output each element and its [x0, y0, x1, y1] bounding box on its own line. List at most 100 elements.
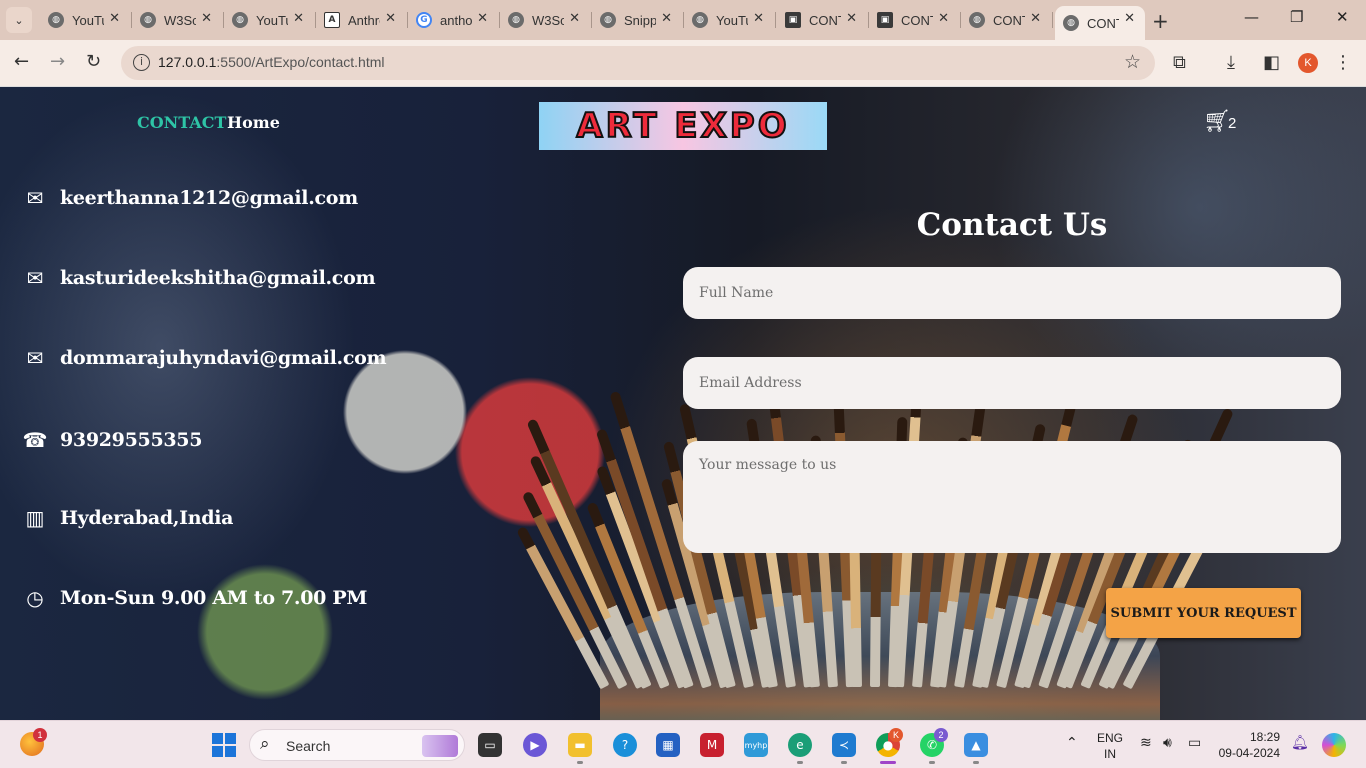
tab-title: YouTube	[716, 12, 748, 28]
restore-button[interactable]: ❐	[1290, 8, 1303, 26]
site-logo[interactable]: ART EXPO	[539, 102, 827, 150]
browser-tab[interactable]: ▣ CONTACT ✕	[777, 6, 869, 34]
tab-close-icon[interactable]: ✕	[109, 11, 120, 26]
logo-text: ART EXPO	[575, 105, 790, 147]
envelope-icon: ✉	[26, 186, 44, 210]
globe-icon: ◍	[969, 12, 985, 28]
browser-tab[interactable]: ◍ YouTube ✕	[224, 6, 316, 34]
start-button[interactable]	[212, 733, 236, 757]
profile-avatar[interactable]: K	[1298, 53, 1318, 73]
browser-tab[interactable]: ◍ W3Schools ✕	[500, 6, 592, 34]
contact-info-text[interactable]: keerthanna1212@gmail.com	[60, 187, 358, 209]
contact-page: CONTACT Home ART EXPO 🛒︎ 2 ✉ keerthanna12…	[0, 87, 1366, 720]
volume-icon[interactable]: 🔊︎	[1163, 735, 1172, 751]
photos-icon[interactable]: ▲	[964, 733, 988, 757]
wifi-icon[interactable]: ≋	[1140, 735, 1152, 751]
browser-tab[interactable]: ◍ W3Schools ✕	[132, 6, 224, 34]
browser-tab[interactable]: ◍ YouTube ✕	[40, 6, 132, 34]
browser-tab[interactable]: ◍ CONTACT ✕	[961, 6, 1053, 34]
new-tab-button[interactable]: +	[1152, 9, 1169, 33]
meet-icon[interactable]: ▶	[523, 733, 547, 757]
tab-close-icon[interactable]: ✕	[938, 11, 949, 26]
tab-strip: ⌄ ◍ YouTube ✕ ◍ W3Schools ✕ ◍ YouTube ✕ A Anthropi…	[0, 0, 1366, 40]
taskbar-search[interactable]: ⌕ Search	[249, 729, 465, 761]
myhp-icon[interactable]: myhp	[744, 733, 768, 757]
globe-icon: ◍	[692, 12, 708, 28]
help-icon[interactable]: ?	[613, 733, 637, 757]
message-textarea[interactable]	[683, 441, 1341, 553]
store-icon[interactable]: ▦	[656, 733, 680, 757]
region-indicator[interactable]: IN	[1096, 747, 1124, 761]
globe-icon: ◍	[600, 12, 616, 28]
running-indicator	[577, 761, 583, 764]
tray-overflow-icon[interactable]: ⌃	[1066, 735, 1078, 751]
vscode-icon[interactable]: ≺	[832, 733, 856, 757]
url-text[interactable]: 127.0.0.1:5500/ArtExpo/contact.html	[158, 54, 384, 70]
address-bar[interactable]: i 127.0.0.1:5500/ArtExpo/contact.html ☆	[121, 46, 1155, 80]
download-icon[interactable]: ⤓	[1227, 52, 1235, 73]
clock-date[interactable]: 09-04-2024	[1216, 746, 1280, 760]
close-window-button[interactable]: ✕	[1336, 8, 1349, 26]
cart-icon[interactable]: 🛒︎	[1203, 109, 1231, 134]
tab-close-icon[interactable]: ✕	[661, 11, 672, 26]
nav-contact-link[interactable]: CONTACT	[137, 113, 226, 132]
back-button[interactable]: ←	[14, 51, 29, 72]
tab-close-icon[interactable]: ✕	[201, 11, 212, 26]
tab-close-icon[interactable]: ✕	[846, 11, 857, 26]
copilot-icon[interactable]	[1322, 733, 1346, 757]
phone-icon: ☎	[22, 428, 48, 452]
contact-info-row: ▥ Hyderabad,India	[24, 506, 234, 530]
whatsapp-badge: 2	[934, 728, 948, 742]
tab-close-icon[interactable]: ✕	[477, 11, 488, 26]
contact-info-text[interactable]: kasturideekshitha@gmail.com	[60, 267, 376, 289]
envelope-icon: ✉	[26, 346, 44, 370]
windows-taskbar: 1 ⌕ Search ▭ ▶ ▬ ? ▦ M myhp e ≺ ● K ✆ 2 …	[0, 720, 1366, 768]
running-indicator	[929, 761, 935, 764]
language-indicator[interactable]: ENG	[1096, 731, 1124, 745]
tab-close-icon[interactable]: ✕	[293, 11, 304, 26]
background-texture	[0, 87, 480, 720]
full-name-input[interactable]	[683, 267, 1341, 319]
submit-request-button[interactable]: SUBMIT YOUR REQUEST	[1106, 588, 1301, 638]
browser-tab[interactable]: ◍ Snipping ✕	[592, 6, 684, 34]
browser-tab[interactable]: ▣ CONTACT ✕	[869, 6, 961, 34]
extensions-icon[interactable]: ⧉	[1173, 52, 1186, 73]
browser-tab[interactable]: ◍ YouTube ✕	[684, 6, 776, 34]
tab-title: YouTube	[72, 12, 104, 28]
file-explorer-icon[interactable]: ▬	[568, 733, 592, 757]
running-indicator	[841, 761, 847, 764]
tab-close-icon[interactable]: ✕	[385, 11, 396, 26]
tab-close-icon[interactable]: ✕	[753, 11, 764, 26]
minimize-button[interactable]: —	[1244, 8, 1259, 26]
weather-badge: 1	[33, 728, 47, 742]
tab-close-icon[interactable]: ✕	[1030, 11, 1041, 26]
edge-icon[interactable]: e	[788, 733, 812, 757]
task-view-icon[interactable]: ▭	[478, 733, 502, 757]
notification-bell-icon[interactable]: 🔔︎	[1291, 735, 1309, 751]
reload-button[interactable]: ↻	[86, 51, 101, 72]
browser-tab[interactable]: ◍ CONTACT ✕	[1055, 6, 1145, 40]
contact-info-text[interactable]: dommarajuhyndavi@gmail.com	[60, 347, 387, 369]
battery-icon[interactable]: ▭	[1188, 735, 1201, 751]
mcafee-icon[interactable]: M	[700, 733, 724, 757]
browser-tab[interactable]: Ganthology ✕	[408, 6, 500, 34]
tab-title: W3Schools	[532, 12, 564, 28]
contact-info-text: Hyderabad,India	[60, 507, 234, 529]
forward-button[interactable]: →	[50, 51, 65, 72]
clock-time[interactable]: 18:29	[1216, 730, 1280, 744]
menu-icon[interactable]: ⋮	[1334, 52, 1352, 73]
site-info-icon[interactable]: i	[133, 54, 150, 71]
nav-home-link[interactable]: Home	[227, 113, 280, 132]
email-input[interactable]	[683, 357, 1341, 409]
bookmark-star-icon[interactable]: ☆	[1124, 51, 1141, 73]
globe-icon: ◍	[232, 12, 248, 28]
tab-search-button[interactable]: ⌄	[6, 7, 32, 33]
envelope-icon: ✉	[26, 266, 44, 290]
running-indicator	[797, 761, 803, 764]
side-panel-icon[interactable]: ◧	[1263, 52, 1280, 73]
browser-tab[interactable]: A Anthropic ✕	[316, 6, 408, 34]
contact-info-row: ✉ keerthanna1212@gmail.com	[24, 186, 359, 210]
tab-close-icon[interactable]: ✕	[1124, 11, 1135, 26]
tab-close-icon[interactable]: ✕	[569, 11, 580, 26]
chrome-profile-badge: K	[889, 728, 903, 742]
